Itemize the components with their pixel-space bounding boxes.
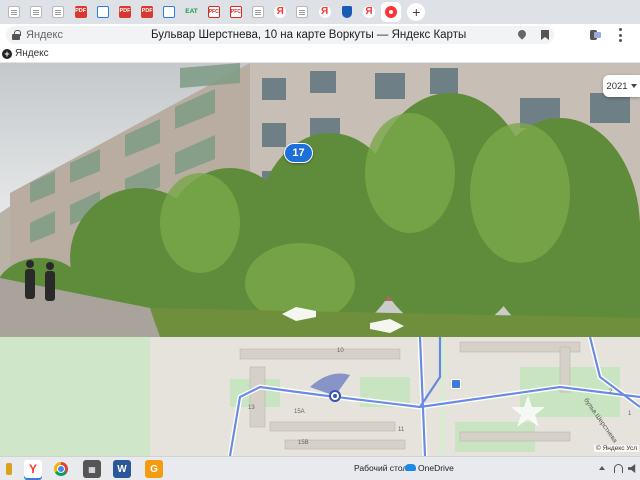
- taskbar-app-icon[interactable]: G: [145, 460, 163, 478]
- browser-tab[interactable]: Я: [315, 2, 335, 22]
- taskbar-calculator-icon[interactable]: ▦: [83, 460, 101, 478]
- volume-icon[interactable]: [628, 464, 636, 473]
- bookmark-yandex[interactable]: + Яндекс: [2, 48, 49, 59]
- browser-tab[interactable]: [337, 2, 357, 22]
- browser-tab[interactable]: PDF: [115, 2, 135, 22]
- panorama-nav-arrow-right[interactable]: [370, 319, 404, 333]
- map-label-house: 2: [609, 389, 613, 395]
- browser-tab[interactable]: [292, 2, 312, 22]
- lock-icon[interactable]: [12, 30, 21, 40]
- browser-tab[interactable]: PFC: [226, 2, 246, 22]
- mail-icon: [163, 6, 176, 18]
- browser-tab[interactable]: [26, 2, 46, 22]
- browser-tab[interactable]: EAT: [182, 2, 202, 22]
- document-icon: [296, 6, 309, 18]
- pdf-icon: PDF: [74, 6, 87, 18]
- map-label-house: 10: [337, 348, 344, 354]
- taskbar-app-explorer-icon[interactable]: [0, 460, 18, 478]
- browser-tab[interactable]: PFC: [204, 2, 224, 22]
- windows-taskbar: Y ▦ W G Рабочий стол OneDrive: [0, 456, 640, 480]
- document-icon: [8, 6, 20, 18]
- yandex-icon: Я: [363, 6, 375, 18]
- browser-tab[interactable]: Я: [270, 2, 290, 22]
- map-label-house: 15B: [298, 440, 309, 446]
- map-label-house: 11: [398, 427, 405, 433]
- yandex-maps-icon: [385, 6, 398, 18]
- minimap[interactable]: 10 13 15A 15B 11 2 1 бульв.Шерстнева © Я…: [0, 337, 640, 456]
- plus-icon: +: [2, 48, 12, 59]
- extension-icon[interactable]: [590, 29, 601, 41]
- browser-tab[interactable]: [248, 2, 268, 22]
- desktop-toolbar-label[interactable]: Рабочий стол: [354, 463, 407, 473]
- map-poi-icon[interactable]: [451, 379, 461, 389]
- browser-tab[interactable]: [159, 2, 179, 22]
- taskbar-yandex-browser-icon[interactable]: Y: [24, 460, 42, 478]
- taskbar-chrome-icon[interactable]: [52, 460, 70, 478]
- map-label-house: 15A: [294, 409, 305, 415]
- bookmarks-bar: + Яндекс: [0, 46, 640, 63]
- house-number-badge[interactable]: 17: [284, 143, 313, 163]
- map-copyright[interactable]: © Яндекс Усл: [594, 445, 639, 452]
- browser-tab[interactable]: [4, 2, 24, 22]
- map-label-house: 13: [248, 405, 255, 411]
- browser-tab[interactable]: [381, 2, 402, 22]
- omnibox[interactable]: Яндекс Бульвар Шерстнева, 10 на карте Во…: [6, 26, 554, 44]
- browser-tab[interactable]: PDF: [137, 2, 157, 22]
- address-bar: Яндекс Бульвар Шерстнева, 10 на карте Во…: [0, 24, 640, 46]
- chevron-down-icon: [630, 84, 637, 88]
- yandex-icon: Я: [318, 6, 331, 18]
- panorama-year-select[interactable]: 2021: [603, 75, 640, 97]
- wifi-icon[interactable]: [614, 464, 623, 473]
- omnibox-page-title: Бульвар Шерстнева, 10 на карте Воркуты —…: [151, 29, 467, 41]
- tray-chevron-up-icon[interactable]: [599, 466, 605, 470]
- minimap-canvas: [0, 337, 640, 456]
- yandex-icon: Я: [274, 6, 287, 18]
- browser-tab[interactable]: [93, 2, 113, 22]
- bookmark-icon[interactable]: [541, 30, 549, 40]
- shield-icon: [341, 6, 352, 18]
- map-label-house: 1: [628, 411, 632, 417]
- bookmark-label: Яндекс: [15, 48, 49, 59]
- document-icon: [30, 6, 43, 18]
- new-tab-button[interactable]: +: [407, 3, 426, 21]
- browser-tab[interactable]: PDF: [71, 2, 91, 22]
- onedrive-icon[interactable]: [405, 464, 416, 471]
- mail-icon: [96, 6, 109, 18]
- taskbar-word-icon[interactable]: W: [113, 460, 131, 478]
- rgs-icon: PFC: [207, 6, 220, 18]
- onedrive-label[interactable]: OneDrive: [418, 463, 454, 473]
- document-icon: [252, 6, 265, 18]
- browser-tab[interactable]: Я: [359, 2, 379, 22]
- panorama-nav-arrow-left[interactable]: [282, 307, 316, 321]
- rgs-icon: PFC: [229, 6, 242, 18]
- location-icon[interactable]: [518, 30, 526, 40]
- street-panorama[interactable]: 2021 17: [0, 63, 640, 337]
- pdf-icon: PDF: [118, 6, 131, 18]
- browser-tab-strip: PDF PDF PDF EAT PFC PFC Я Я Я +: [0, 0, 640, 24]
- browser-menu-icon[interactable]: [618, 28, 622, 42]
- eat-icon: EAT: [185, 7, 198, 15]
- panorama-year-label: 2021: [606, 80, 628, 92]
- omnibox-domain: Яндекс: [26, 29, 63, 41]
- panorama-scene: [0, 63, 640, 337]
- browser-tab[interactable]: [48, 2, 68, 22]
- pdf-icon: PDF: [141, 6, 154, 18]
- document-icon: [52, 6, 65, 18]
